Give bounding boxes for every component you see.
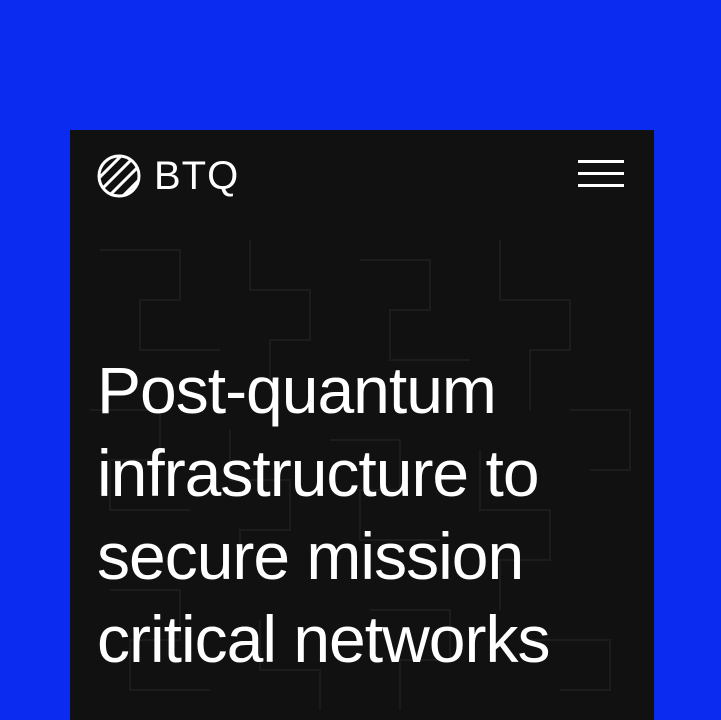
hero-headline: Post-quantum infrastructure to secure mi… [97, 349, 637, 681]
menu-line [578, 172, 624, 175]
site-header: BTQ [70, 130, 654, 220]
headline-line: secure mission [97, 519, 524, 593]
brand-logo[interactable]: BTQ [96, 152, 239, 200]
headline-line: infrastructure to [97, 436, 540, 510]
striped-globe-icon [97, 154, 141, 198]
hamburger-menu-icon[interactable] [578, 156, 624, 192]
mobile-page-frame: BTQ Post-quantum infrastructure to secur… [70, 130, 654, 720]
headline-line: Post-quantum [97, 353, 497, 427]
menu-line [578, 184, 624, 187]
headline-line: critical networks [97, 602, 550, 676]
menu-line [578, 160, 624, 163]
brand-name: BTQ [154, 154, 240, 198]
